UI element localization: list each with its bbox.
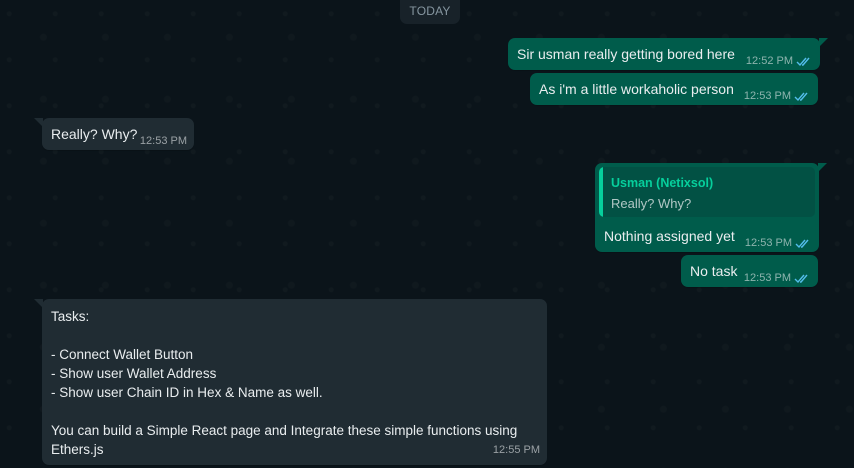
quote-bar xyxy=(599,167,603,217)
message-text: No task xyxy=(690,263,738,279)
message-meta: 12:53 PM xyxy=(744,87,810,106)
message-text: Sir usman really getting bored here xyxy=(517,46,735,62)
outgoing-message[interactable]: No task 12:53 PM xyxy=(681,255,818,287)
outgoing-message[interactable]: Sir usman really getting bored here 12:5… xyxy=(508,38,828,71)
double-check-icon xyxy=(795,239,809,249)
message-text: Really? Why? xyxy=(51,126,138,142)
quoted-message[interactable]: Usman (Netixsol) Really? Why? xyxy=(599,167,815,217)
message-time: 12:55 PM xyxy=(492,444,540,456)
outgoing-message[interactable]: As i'm a little workaholic person 12:53 … xyxy=(530,73,818,105)
date-divider: TODAY xyxy=(400,0,460,24)
bubble-tail xyxy=(34,118,43,127)
incoming-message[interactable]: Really? Why? 12:53 PM xyxy=(34,118,194,151)
message-text: Nothing assigned yet xyxy=(604,228,735,244)
quote-text: Really? Why? xyxy=(611,196,692,211)
bubble-tail xyxy=(818,163,827,172)
bubble-tail xyxy=(34,299,43,308)
double-check-icon xyxy=(794,92,808,102)
message-meta: 12:53 PM xyxy=(744,269,810,288)
double-check-icon xyxy=(796,57,810,67)
message-time: 12:53 PM xyxy=(743,90,791,102)
bubble-tail xyxy=(819,38,828,47)
message-time: 12:53 PM xyxy=(744,237,792,249)
message-meta: 12:55 PM xyxy=(493,441,540,460)
outgoing-reply-message[interactable]: Usman (Netixsol) Really? Why? Nothing as… xyxy=(595,163,827,253)
quote-author: Usman (Netixsol) xyxy=(611,176,714,190)
message-time: 12:52 PM xyxy=(745,55,793,67)
message-meta: 12:53 PM xyxy=(140,132,187,151)
incoming-message[interactable]: Tasks: - Connect Wallet Button - Show us… xyxy=(34,299,547,465)
message-meta: 12:53 PM xyxy=(745,234,811,253)
message-time: 12:53 PM xyxy=(139,135,187,147)
double-check-icon xyxy=(794,274,808,284)
message-meta: 12:52 PM xyxy=(746,52,812,71)
message-time: 12:53 PM xyxy=(743,272,791,284)
message-text: Tasks: - Connect Wallet Button - Show us… xyxy=(51,309,518,457)
message-text: As i'm a little workaholic person xyxy=(539,81,734,97)
